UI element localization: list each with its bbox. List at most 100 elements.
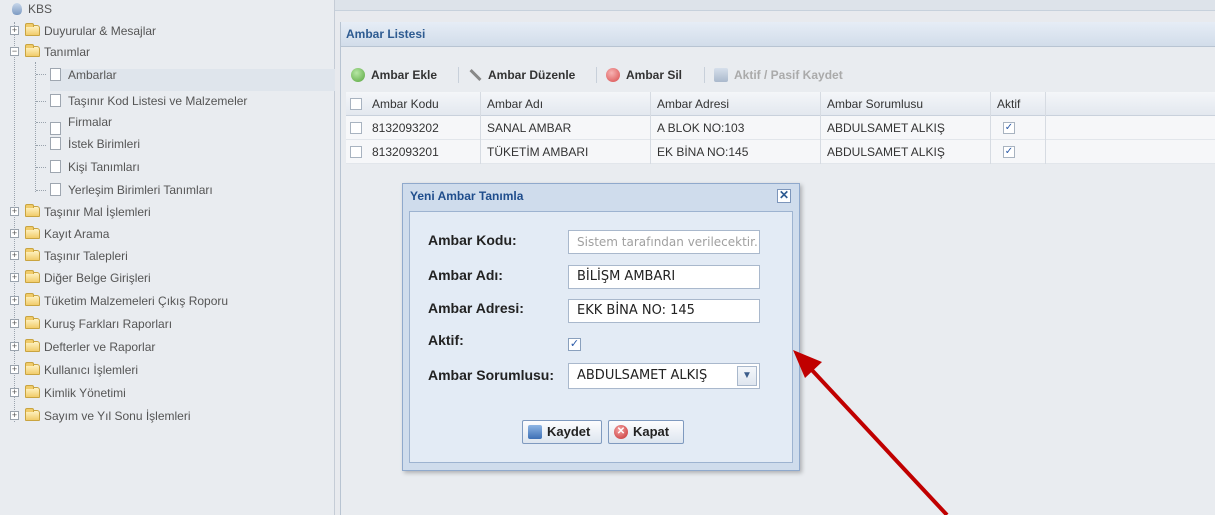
tree-item-label: Kuruş Farkları Raporları — [44, 317, 173, 331]
column-header-adres[interactable]: Ambar Adresi — [651, 92, 821, 116]
folder-icon — [25, 204, 40, 217]
select-all-checkbox[interactable] — [350, 98, 362, 110]
tree-connector — [36, 167, 46, 168]
tree-item-yerlesim[interactable]: Yerleşim Birimleri Tanımları — [50, 181, 330, 199]
row-select-checkbox[interactable] — [350, 122, 362, 134]
collapse-icon[interactable]: − — [10, 47, 19, 56]
button-label: Kapat — [633, 424, 670, 439]
aktif-pasif-kaydet-button[interactable]: Aktif / Pasif Kaydet — [714, 62, 874, 88]
folder-icon — [25, 23, 40, 36]
ambar-adi-input[interactable]: BİLİŞM AMBARI — [568, 265, 760, 289]
expand-icon[interactable]: + — [10, 411, 19, 420]
tree-item-label: İstek Birimleri — [68, 137, 141, 151]
ambar-ekle-button[interactable]: Ambar Ekle — [351, 62, 461, 88]
expand-icon[interactable]: + — [10, 229, 19, 238]
close-icon[interactable]: ✕ — [777, 189, 791, 203]
tree-item-istek-birimleri[interactable]: İstek Birimleri — [50, 135, 330, 153]
tree-connector — [36, 122, 46, 123]
expand-icon[interactable]: + — [10, 207, 19, 216]
tree-item-ambarlar[interactable]: Ambarlar — [50, 66, 330, 84]
tree-item-tasinir-talepleri[interactable]: + Taşınır Talepleri — [10, 247, 310, 265]
yeni-ambar-dialog: Yeni Ambar Tanımla ✕ Ambar Kodu: Sistem … — [402, 183, 800, 471]
dialog-body: Ambar Kodu: Sistem tarafından verilecekt… — [409, 211, 793, 463]
cell-adi: TÜKETİM AMBARI — [481, 140, 651, 164]
ambar-sorumlusu-select[interactable]: ABDULSAMET ALKIŞ ▼ — [568, 363, 760, 389]
column-header-aktif[interactable]: Aktif — [991, 92, 1046, 116]
ambar-sorumlusu-label: Ambar Sorumlusu: — [428, 367, 555, 383]
tree-item-tanimlar[interactable]: − Tanımlar — [10, 43, 310, 61]
toolbar: Ambar Ekle Ambar Düzenle Ambar Sil Aktif… — [341, 62, 1215, 88]
tree-item-label: Kayıt Arama — [44, 227, 110, 241]
tree-item-sayim[interactable]: + Sayım ve Yıl Sonu İşlemleri — [10, 407, 310, 425]
toolbar-separator — [704, 67, 705, 83]
kbs-logo-icon — [12, 3, 22, 15]
cell-kod: 8132093201 — [366, 140, 481, 164]
expand-icon[interactable]: + — [10, 365, 19, 374]
tree-root-label: KBS — [28, 2, 53, 16]
row-select-checkbox[interactable] — [350, 146, 362, 158]
ambar-kodu-input[interactable]: Sistem tarafından verilecektir. — [568, 230, 760, 254]
cell-adi: SANAL AMBAR — [481, 116, 651, 140]
tree-item-label: Taşınır Kod Listesi ve Malzemeler — [68, 94, 248, 108]
page-icon — [50, 183, 61, 196]
expand-icon[interactable]: + — [10, 342, 19, 351]
button-label: Ambar Düzenle — [488, 68, 576, 82]
folder-icon — [25, 226, 40, 239]
column-header-adi[interactable]: Ambar Adı — [481, 92, 651, 116]
toolbar-separator — [596, 67, 597, 83]
folder-icon — [25, 270, 40, 283]
expand-icon[interactable]: + — [10, 26, 19, 35]
ambar-duzenle-button[interactable]: Ambar Düzenle — [468, 62, 598, 88]
ambar-sil-button[interactable]: Ambar Sil — [606, 62, 706, 88]
ambar-adresi-input[interactable]: EKK BİNA NO: 145 — [568, 299, 760, 323]
tree-item-diger-belge[interactable]: + Diğer Belge Girişleri — [10, 269, 310, 287]
tree-connector — [36, 74, 46, 75]
folder-icon — [25, 339, 40, 352]
aktif-checkbox[interactable]: ✓ — [1003, 122, 1015, 134]
cell-aktif: ✓ — [991, 140, 1046, 164]
tree-item-tuketim[interactable]: + Tüketim Malzemeleri Çıkış Roporu — [10, 292, 310, 310]
tree-item-label: Kimlik Yönetimi — [44, 386, 126, 400]
tree-item-label: Duyurular & Mesajlar — [44, 24, 157, 38]
save-icon — [528, 425, 542, 439]
column-header-kod[interactable]: Ambar Kodu — [366, 92, 481, 116]
expand-icon[interactable]: + — [10, 388, 19, 397]
expand-icon[interactable]: + — [10, 251, 19, 260]
aktif-checkbox[interactable]: ✓ — [1003, 146, 1015, 158]
tree-connector — [36, 145, 46, 146]
expand-icon[interactable]: + — [10, 296, 19, 305]
panel-title: Ambar Listesi — [341, 22, 1215, 47]
tree-item-duyurular[interactable]: + Duyurular & Mesajlar — [10, 22, 310, 40]
tree-item-kimlik[interactable]: + Kimlik Yönetimi — [10, 384, 310, 402]
dropdown-arrow-icon[interactable]: ▼ — [737, 366, 757, 386]
button-label: Aktif / Pasif Kaydet — [734, 68, 843, 82]
tree-connector — [35, 62, 36, 192]
tree-item-label: Ambarlar — [68, 68, 117, 82]
table-row[interactable]: 8132093201 TÜKETİM AMBARI EK BİNA NO:145… — [346, 140, 1215, 164]
tree-item-kisi-tanimlari[interactable]: Kişi Tanımları — [50, 158, 330, 176]
tree-item-tasinir-mal[interactable]: + Taşınır Mal İşlemleri — [10, 203, 310, 221]
tree-item-firmalar[interactable]: Firmalar — [50, 113, 330, 135]
column-header-sorumlu[interactable]: Ambar Sorumlusu — [821, 92, 991, 116]
tree-item-kullanici[interactable]: + Kullanıcı İşlemleri — [10, 361, 310, 379]
tree-item-defterler[interactable]: + Defterler ve Raporlar — [10, 338, 310, 356]
toolbar-separator — [458, 67, 459, 83]
cell-kod: 8132093202 — [366, 116, 481, 140]
expand-icon[interactable]: + — [10, 273, 19, 282]
expand-icon[interactable]: + — [10, 319, 19, 328]
folder-icon — [25, 248, 40, 261]
ambar-adi-label: Ambar Adı: — [428, 267, 503, 283]
folder-icon — [25, 362, 40, 375]
folder-icon — [25, 293, 40, 306]
kapat-button[interactable]: ✕ Kapat — [608, 420, 684, 444]
tree-connector — [36, 190, 46, 191]
tree-item-kayit-arama[interactable]: + Kayıt Arama — [10, 225, 310, 243]
ambar-adresi-label: Ambar Adresi: — [428, 300, 524, 316]
tree-item-tasinir-kod[interactable]: Taşınır Kod Listesi ve Malzemeler — [50, 92, 330, 110]
table-row[interactable]: 8132093202 SANAL AMBAR A BLOK NO:103 ABD… — [346, 116, 1215, 140]
tree-item-label: Kişi Tanımları — [68, 160, 140, 174]
aktif-checkbox[interactable]: ✓ — [568, 338, 581, 351]
tree-item-kurus[interactable]: + Kuruş Farkları Raporları — [10, 315, 310, 333]
dialog-title: Yeni Ambar Tanımla — [410, 189, 524, 203]
kaydet-button[interactable]: Kaydet — [522, 420, 602, 444]
